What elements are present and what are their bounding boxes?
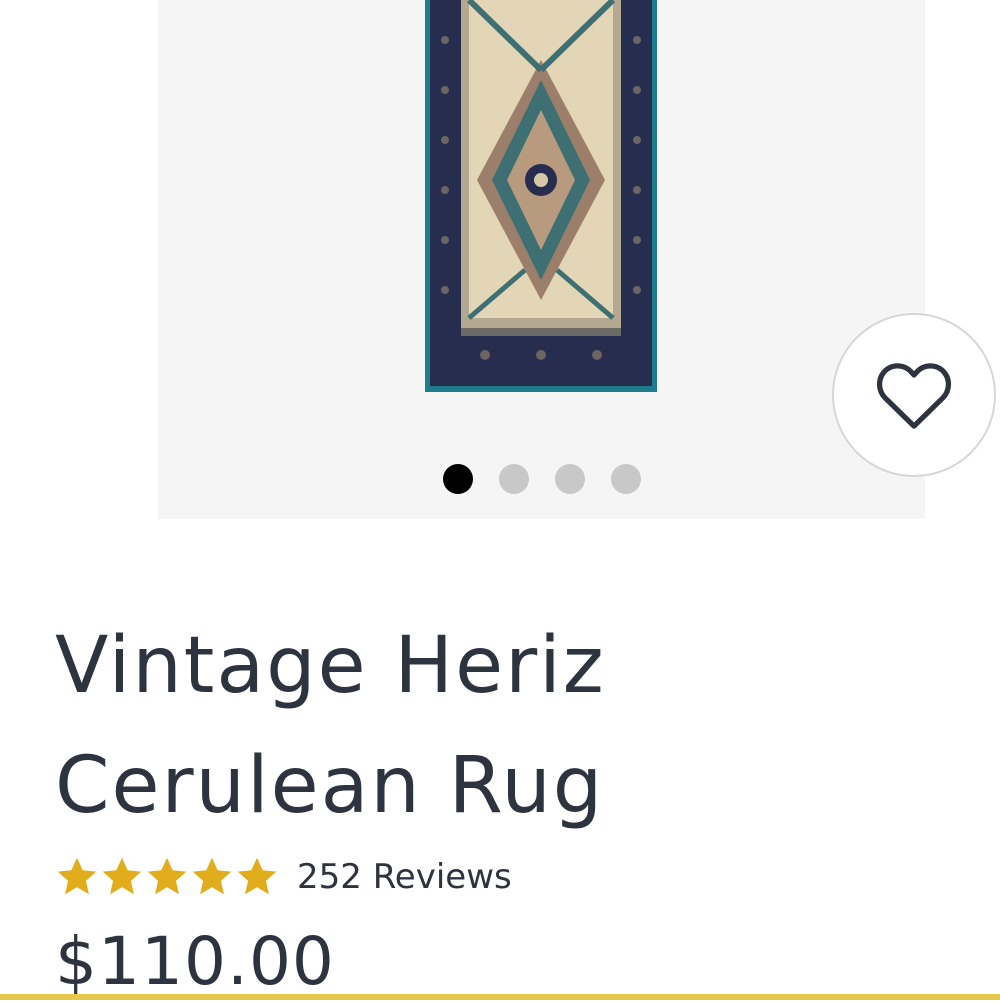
product-title-line-1: Vintage Heriz <box>55 621 606 711</box>
product-title: Vintage Heriz Cerulean Rug <box>55 606 775 846</box>
carousel-dot-2[interactable] <box>499 464 529 494</box>
star-icon <box>147 857 187 895</box>
star-icon <box>192 857 232 895</box>
carousel-dot-1[interactable] <box>443 464 473 494</box>
bottom-accent-bar <box>0 994 1000 1000</box>
product-image-rug[interactable] <box>425 0 657 392</box>
product-price: $110.00 <box>55 923 335 1000</box>
carousel-dot-4[interactable] <box>611 464 641 494</box>
star-icon <box>237 857 277 895</box>
reviews-link[interactable]: 252 Reviews <box>297 857 512 897</box>
heart-outline-icon <box>876 363 952 429</box>
product-title-line-2: Cerulean Rug <box>55 741 605 831</box>
favorite-button[interactable] <box>832 313 996 477</box>
star-icon <box>57 857 97 895</box>
star-icon <box>102 857 142 895</box>
product-rating: 252 Reviews <box>55 852 512 902</box>
star-rating <box>55 855 279 899</box>
carousel-dot-3[interactable] <box>555 464 585 494</box>
carousel-pagination <box>443 464 641 494</box>
